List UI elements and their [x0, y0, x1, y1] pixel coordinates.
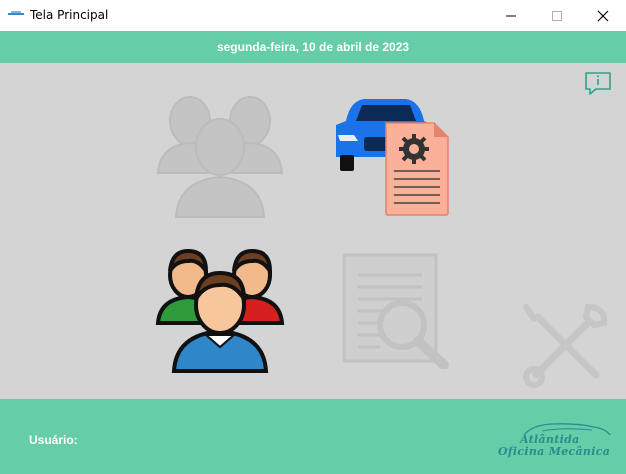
- users-group-icon: [155, 248, 285, 373]
- brand-subtitle: Oficina Mecânica: [498, 445, 611, 458]
- maximize-icon: [552, 10, 562, 21]
- current-date: segunda-feira, 10 de abril de 2023: [216, 40, 410, 54]
- tools-disabled-tile[interactable]: [520, 299, 612, 391]
- main-menu: [0, 63, 626, 399]
- vehicle-report-tile[interactable]: [328, 95, 454, 217]
- tools-icon: [523, 304, 608, 388]
- minimize-icon: [506, 15, 516, 16]
- footer-bar: Usuário: Atlântida Oficina Mecânica: [0, 399, 626, 474]
- user-label: Usuário:: [29, 433, 78, 447]
- close-button[interactable]: [580, 0, 626, 31]
- car-document-icon: [336, 99, 449, 216]
- clients-tile[interactable]: [154, 243, 286, 375]
- title-bar: Tela Principal: [0, 0, 626, 31]
- users-group-icon: [156, 96, 284, 218]
- close-icon: [597, 10, 609, 21]
- app-icon: [8, 11, 24, 15]
- maximize-button[interactable]: [534, 0, 580, 31]
- search-document-disabled-tile[interactable]: [340, 253, 452, 369]
- search-document-icon: [342, 253, 449, 369]
- window-title: Tela Principal: [30, 8, 109, 22]
- date-bar: segunda-feira, 10 de abril de 2023: [0, 31, 626, 63]
- brand-logo: Atlântida Oficina Mecânica: [492, 421, 612, 461]
- minimize-button[interactable]: [488, 0, 534, 31]
- clients-disabled-tile[interactable]: [150, 87, 290, 223]
- info-icon[interactable]: [584, 71, 614, 97]
